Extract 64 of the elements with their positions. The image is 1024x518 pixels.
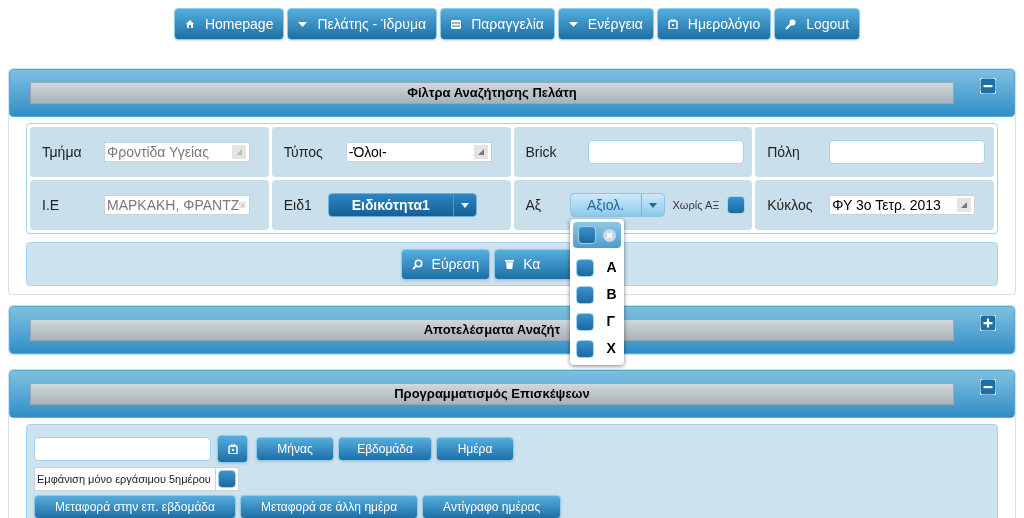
select-field[interactable]: -Όλοι- <box>345 142 492 162</box>
field-label: Ειδ1 <box>283 195 313 215</box>
caret-icon <box>568 21 578 27</box>
panel-title: Αποτελέσματα Αναζήτ <box>423 321 561 340</box>
text-field[interactable] <box>587 140 744 164</box>
action-button[interactable]: Εύρεση <box>400 248 491 280</box>
view-button[interactable]: Μήνας <box>256 437 334 461</box>
panel-title: Προγραμματισμός Επισκέψεων <box>394 385 590 404</box>
nav-button[interactable]: Logout <box>774 8 861 40</box>
nav-button[interactable]: Ενέργεια <box>557 8 654 40</box>
nav-button[interactable]: Πελάτης - Ίδρυμα <box>287 8 438 40</box>
dropdown-icon <box>473 145 488 159</box>
search-icon <box>411 258 423 270</box>
checkbox[interactable] <box>217 470 236 488</box>
option-text: Εμφάνιση μόνο εργάσιμου 5ημέρου <box>37 471 212 487</box>
split-dropdown-button[interactable]: Αξιολ. <box>569 193 665 217</box>
split-dropdown-button[interactable]: Ειδικότητα1 <box>327 193 477 217</box>
text-field[interactable] <box>829 140 986 164</box>
option-label[interactable]: Γ <box>606 311 615 332</box>
action-button[interactable]: Αντίγραφο ημέρας <box>422 495 562 518</box>
calendar-button[interactable] <box>217 435 248 463</box>
caret-icon <box>298 21 308 27</box>
field-label: Τμήμα <box>42 142 83 162</box>
collapse-icon[interactable] <box>980 78 996 94</box>
caret-icon <box>460 202 469 208</box>
action-button[interactable]: Μεταφορά στην επ. εβδομάδα <box>34 495 236 518</box>
option-label[interactable]: B <box>606 284 617 305</box>
panel-header[interactable]: Φίλτρα Αναζήτησης Πελάτη <box>9 69 1015 117</box>
select-field[interactable]: ΦΥ 3ο Τετρ. 2013 <box>829 195 976 215</box>
dropdown-icon <box>957 198 972 212</box>
option-checkbox[interactable] <box>575 312 594 331</box>
select-all-checkbox[interactable] <box>577 226 596 244</box>
view-button[interactable]: Ημέρα <box>436 437 514 461</box>
close-icon[interactable] <box>602 228 616 242</box>
field-label: Κύκλος <box>767 195 814 215</box>
action-button[interactable]: Μεταφορά σε άλλη ημέρα <box>239 495 419 518</box>
list-icon <box>451 19 462 29</box>
panel-title: Φίλτρα Αναζήτησης Πελάτη <box>407 84 577 103</box>
field-label: Brick <box>525 142 558 162</box>
checkbox[interactable] <box>727 196 746 214</box>
dropdown-icon <box>232 145 246 159</box>
calendar-icon <box>227 444 238 454</box>
date-field[interactable] <box>34 437 211 461</box>
option-label[interactable]: A <box>606 257 617 278</box>
caret-icon <box>648 202 657 208</box>
field-label: Ι.Ε <box>42 195 61 215</box>
checkbox-label: Χωρίς ΑΞ <box>672 197 720 213</box>
option-checkbox[interactable] <box>575 285 594 304</box>
field-label: Πόλη <box>767 142 801 162</box>
option-checkbox[interactable] <box>575 339 594 358</box>
calendar-icon <box>667 19 678 29</box>
view-button[interactable]: Εβδομάδα <box>338 437 432 461</box>
expand-icon[interactable] <box>980 315 996 331</box>
panel-header[interactable]: Προγραμματισμός Επισκέψεων <box>9 370 1015 418</box>
nav-button[interactable]: Ημερολόγιο <box>656 8 772 40</box>
field-label: Τύπος <box>283 142 324 162</box>
key-icon <box>785 18 797 30</box>
collapse-icon[interactable] <box>980 379 996 395</box>
field-label: Αξ <box>525 195 543 215</box>
option-checkbox[interactable] <box>575 258 594 277</box>
nav-button[interactable]: Homepage <box>173 8 285 40</box>
home-icon <box>184 19 195 29</box>
nav-button[interactable]: Παραγγελία <box>440 8 555 40</box>
trash-icon <box>505 259 515 269</box>
